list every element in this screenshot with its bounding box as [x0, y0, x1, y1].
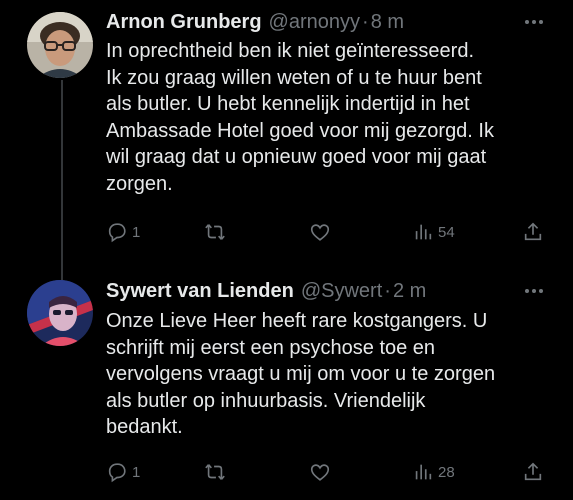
tweet[interactable]: Arnon Grunberg @arnonyy · 8 m In oprecht… — [0, 0, 573, 265]
timestamp[interactable]: 8 m — [371, 11, 404, 34]
share-icon — [524, 222, 542, 241]
share-button[interactable] — [522, 218, 544, 246]
reply-icon — [108, 463, 126, 483]
timestamp[interactable]: 2 m — [393, 280, 426, 303]
share-button[interactable] — [522, 458, 544, 486]
retweet-icon — [205, 464, 225, 480]
heart-icon — [310, 224, 330, 241]
like-button[interactable] — [309, 218, 331, 246]
views-count: 28 — [438, 463, 455, 481]
separator-dot: · — [362, 10, 369, 33]
analytics-bars-icon — [415, 224, 432, 240]
tweet-header: Arnon Grunberg @arnonyy · 8 m — [106, 9, 404, 35]
tweet[interactable]: Sywert van Lienden @Sywert · 2 m Onze Li… — [0, 265, 573, 500]
separator-dot: · — [384, 279, 391, 302]
retweet-button[interactable] — [204, 458, 226, 486]
author-name[interactable]: Arnon Grunberg — [106, 11, 262, 34]
tweet-text: In oprechtheid ben ik niet geïnteresseer… — [106, 40, 494, 195]
tweet-header: Sywert van Lienden @Sywert · 2 m — [106, 278, 426, 304]
views-count: 54 — [438, 223, 455, 241]
tweet-text: Onze Lieve Heer heeft rare kostgangers. … — [106, 310, 496, 438]
heart-icon — [310, 464, 330, 481]
portrait-man-glasses-icon — [27, 12, 93, 78]
author-handle[interactable]: @Sywert — [301, 280, 382, 303]
tweet-actions: 1 54 — [106, 218, 546, 246]
reply-button[interactable]: 1 — [106, 218, 140, 246]
avatar[interactable] — [27, 12, 93, 78]
more-options-icon[interactable] — [523, 12, 545, 32]
reply-button[interactable]: 1 — [106, 458, 140, 486]
tweet-actions: 1 28 — [106, 458, 546, 486]
author-name[interactable]: Sywert van Lienden — [106, 280, 294, 303]
avatar[interactable] — [27, 280, 93, 346]
reply-icon — [108, 223, 126, 243]
author-handle[interactable]: @arnonyy — [269, 11, 360, 34]
share-icon — [524, 462, 542, 481]
illustrated-portrait-icon — [27, 280, 93, 346]
more-options-icon[interactable] — [523, 281, 545, 301]
retweet-icon — [205, 224, 225, 240]
views-button[interactable]: 28 — [412, 458, 455, 486]
reply-count: 1 — [132, 223, 141, 241]
analytics-bars-icon — [415, 464, 432, 480]
reply-count: 1 — [132, 463, 141, 481]
views-button[interactable]: 54 — [412, 218, 455, 246]
retweet-button[interactable] — [204, 218, 226, 246]
like-button[interactable] — [309, 458, 331, 486]
